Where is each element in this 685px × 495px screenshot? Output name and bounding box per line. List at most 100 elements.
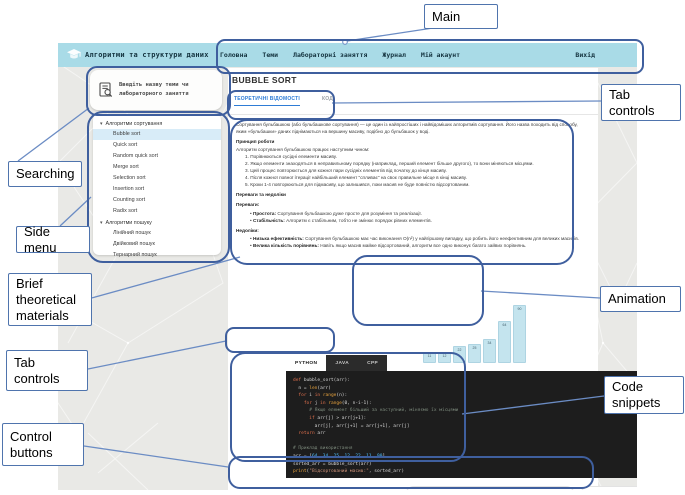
code-token: if xyxy=(293,415,318,421)
callout-code-snippets: Code snippets xyxy=(604,376,684,414)
tabs-divider xyxy=(228,114,598,115)
code-token: for xyxy=(293,400,315,406)
code-tab-cpp[interactable]: CPP xyxy=(358,355,387,371)
code-token: 64, 34, 25, 12, 22, 11, 90 xyxy=(311,453,383,459)
callout-animation-text: Animation xyxy=(608,291,666,306)
code-token: arr = [ xyxy=(293,453,312,459)
callout-control-buttons-text: Control buttons xyxy=(10,428,53,460)
code-line: arr[j], arr[j+1] = arr[j+1], arr[j] xyxy=(293,423,637,431)
code-line: for i in range(n): xyxy=(293,392,637,400)
main-content: BUBBLE SORT ТЕОРЕТИЧНІ ВІДОМОСТІ КОД Сорт… xyxy=(228,68,637,490)
chevron-down-icon: ▾ xyxy=(100,120,103,127)
theory-intro: Сортування бульбашкою (або бульбашкове с… xyxy=(236,122,578,135)
sidebar-item-тернарний-пошук[interactable]: Тернарний пошук xyxy=(93,250,221,261)
callout-searching-text: Searching xyxy=(16,166,75,181)
sidebar-group-label: Алгоритми сортування xyxy=(105,120,163,127)
callout-animation: Animation xyxy=(600,286,681,312)
bullet-text: Сортування бульбашкою має час виконання … xyxy=(305,235,580,241)
code-token: arr[j], arr[j+1] = arr[j+1], arr[j] xyxy=(293,423,410,429)
app-screenshot: Алгоритми та структури даних Головна Теми… xyxy=(58,43,637,490)
code-token: ] xyxy=(382,453,386,459)
sidebar-item-selection-sort[interactable]: Selection sort xyxy=(93,173,221,184)
nav-item-Головна[interactable]: Головна xyxy=(220,51,247,59)
sidebar-item-двійковий-пошук[interactable]: Двійковий пошук xyxy=(93,239,221,250)
code-tab-java[interactable]: JAVA xyxy=(326,355,358,371)
chart-bar-value: 12 xyxy=(442,353,447,358)
sidebar-item-insertion-sort[interactable]: Insertion sort xyxy=(93,184,221,195)
theory-step: 3. Цей процес повторюється для кожної па… xyxy=(245,168,447,174)
graduation-cap-icon xyxy=(67,49,81,59)
nav-item-Мій акаунт[interactable]: Мій акаунт xyxy=(421,51,460,59)
sidebar-item-counting-sort[interactable]: Counting sort xyxy=(93,195,221,206)
callout-brief-theory: Brief theoretical materials xyxy=(8,273,92,326)
chart-bar-value: 90 xyxy=(517,307,522,311)
nav-item-Журнал[interactable]: Журнал xyxy=(382,51,405,59)
sidebar-item-merge-sort[interactable]: Merge sort xyxy=(93,162,221,173)
chart-bar-value: 34 xyxy=(487,340,492,345)
sidebar-item-radix-sort[interactable]: Radix sort xyxy=(93,206,221,217)
delete-button[interactable]: Видалити xyxy=(580,486,637,490)
nav-item-Теми[interactable]: Теми xyxy=(262,51,278,59)
code-token: arr xyxy=(317,431,326,437)
nav-item-Лабораторні заняття[interactable]: Лабораторні заняття xyxy=(293,51,367,59)
tab-теоретичні відомості[interactable]: ТЕОРЕТИЧНІ ВІДОМОСТІ xyxy=(234,96,300,106)
brand[interactable]: Алгоритми та структури даних xyxy=(67,49,209,61)
code-line: for j in range(0, n-i-1): xyxy=(293,400,637,408)
chart-bar: 11 xyxy=(423,352,436,363)
code-token: bubble_sort(arr) xyxy=(328,461,372,467)
search-box[interactable]: Введіть назву теми чи лабораторного заня… xyxy=(90,70,222,110)
code-token: n = xyxy=(293,385,310,391)
code-line: # Якщо елемент більший за наступний, мін… xyxy=(293,407,637,415)
page-title: BUBBLE SORT xyxy=(232,75,297,85)
chart-bar: 12 xyxy=(438,351,451,363)
callout-main-text: Main xyxy=(432,8,461,24)
chart-bar-value: 64 xyxy=(502,322,507,327)
tab-код[interactable]: КОД xyxy=(322,96,333,106)
sidebar-item-bubble-sort[interactable]: Bubble sort xyxy=(93,129,221,140)
theory-bullet: • Велика кількість порівнянь: Навіть якщ… xyxy=(236,242,588,249)
top-navbar: Алгоритми та структури даних Головна Теми… xyxy=(58,43,637,67)
chart-bar: 25 xyxy=(468,344,481,363)
code-line: n = len(arr) xyxy=(293,385,637,393)
callout-searching: Searching xyxy=(8,161,82,187)
figure-canvas: Алгоритми та структури даних Головна Теми… xyxy=(0,0,685,495)
code-token: print xyxy=(293,469,307,475)
sidebar-group-Алгоритми сортування[interactable]: ▾ Алгоритми сортування xyxy=(93,118,221,129)
nav-menu: Головна Теми Лабораторні заняття Журнал Мій … xyxy=(220,43,460,67)
theory-step: 2. Якщо елементи знаходяться в неправиль… xyxy=(245,161,534,167)
bullet-term: Стабільність: xyxy=(252,217,287,223)
chart-bar-value: 22 xyxy=(457,347,462,352)
theory-principle-heading: Принцип роботи xyxy=(236,139,275,145)
sidebar-item-quick-sort[interactable]: Quick sort xyxy=(93,140,221,151)
sidebar-item-random-quick-sort[interactable]: Random quick sort xyxy=(93,151,221,162)
bullet-text: Алгоритм є стабільним, тобто не змінює п… xyxy=(286,217,432,223)
callout-code-snippets-text: Code snippets xyxy=(612,379,661,410)
code-token: , sorted_arr) xyxy=(368,469,405,475)
chart-bar: 64 xyxy=(498,320,511,363)
search-placeholder: Введіть назву теми чи лабораторного заня… xyxy=(119,82,189,97)
sorting-animation-chart[interactable]: 11 12 22 25 34 64 90 xyxy=(423,303,529,363)
connector-main xyxy=(346,27,434,42)
code-line: sorted_arr = bubble_sort(arr) xyxy=(293,461,637,469)
code-token: arr[j] > arr[j+1]: xyxy=(317,415,367,421)
theory-steps: 1. Порівнюються сусідні елементи масиву.… xyxy=(236,153,588,188)
code-token: return xyxy=(293,431,318,437)
sidebar-group-Алгоритми пошуку[interactable]: ▾ Алгоритми пошуку xyxy=(93,217,221,228)
sidebar-item-лінійний-пошук[interactable]: Лінійний пошук xyxy=(93,228,221,239)
callout-side-menu-text: Side menu xyxy=(24,223,57,255)
theory-pros-label: Переваги: xyxy=(236,202,260,208)
theory-bullet: • Стабільність: Алгоритм є стабільним, т… xyxy=(236,217,588,224)
code-line: arr = [64, 34, 25, 12, 22, 11, 90] xyxy=(293,453,637,461)
edit-button[interactable]: Редагувати xyxy=(405,486,575,490)
code-snippet-block: def bubble_sort(arr): n = len(arr) for i… xyxy=(286,371,637,478)
sidebar-group-label: Алгоритми пошуку xyxy=(105,219,152,226)
code-tab-python[interactable]: PYTHON xyxy=(286,355,327,371)
code-token: sorted_arr = xyxy=(293,461,329,467)
code-line: # Приклад використання xyxy=(293,445,637,453)
bullet-term: Велика кількість порівнянь: xyxy=(252,242,321,248)
logout-link[interactable]: Вихід xyxy=(575,43,595,67)
code-token: bubble_sort(arr): xyxy=(303,378,350,383)
theory-cons-list: • Низька ефективність: Сортування бульба… xyxy=(236,235,588,249)
callout-tab-controls-left-text: Tab controls xyxy=(14,354,60,386)
